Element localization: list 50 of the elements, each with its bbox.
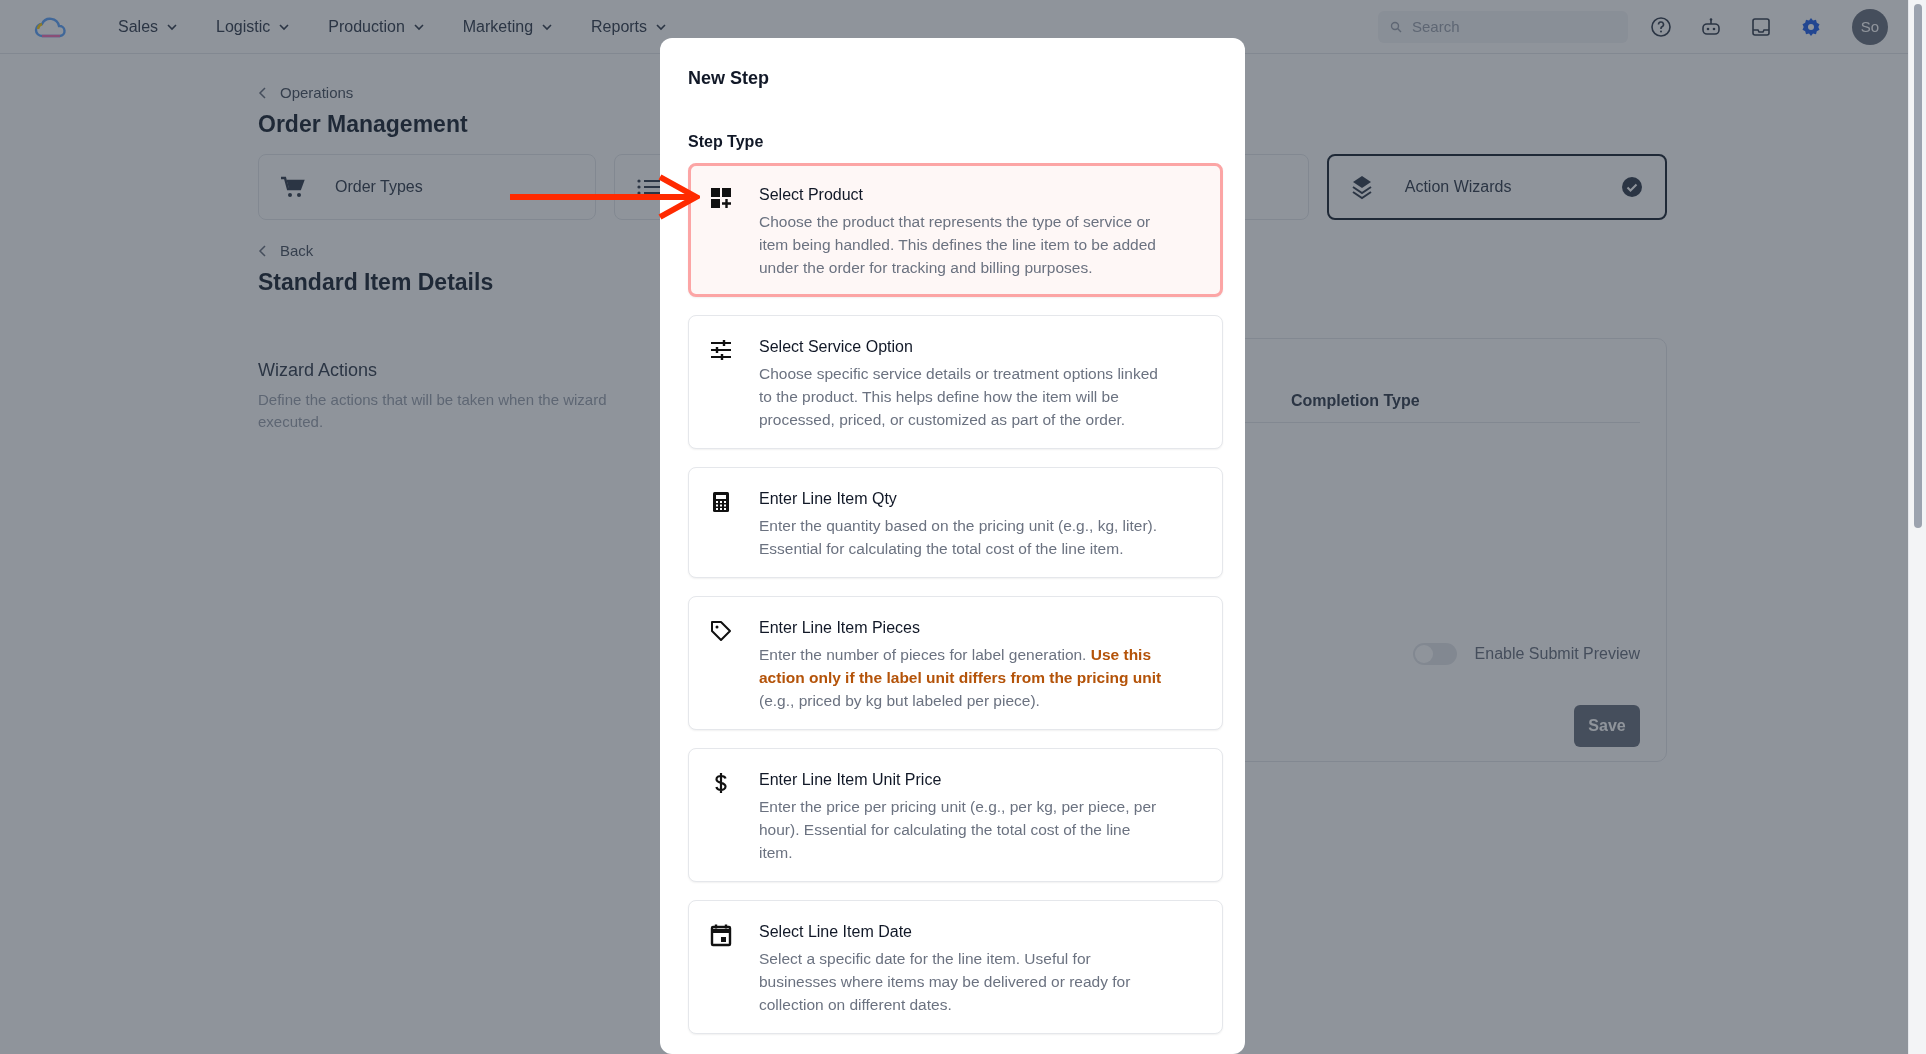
tag-icon bbox=[709, 619, 733, 643]
dialog-title: New Step bbox=[688, 68, 771, 89]
nav-menu[interactable]: Sales bbox=[118, 17, 179, 36]
section-heading: Wizard Actions bbox=[258, 360, 379, 381]
step-title: Select Service Option bbox=[759, 338, 914, 356]
back-link[interactable]: Operations bbox=[280, 84, 354, 101]
step-description: Choose the product that represents the type of service or item being handled. This defines the line item to be added under the order for tracking and billing purposes. bbox=[759, 212, 1157, 278]
step-description: Select a specific date for the line item. Useful for businesses where items may be delivered or ready for collection on different dates. bbox=[759, 949, 1132, 1015]
section-title: Standard Item Details bbox=[258, 269, 494, 296]
step-title: Enter Line Item Qty bbox=[759, 490, 898, 508]
chevron-left-icon bbox=[258, 244, 268, 257]
sliders-icon bbox=[709, 338, 733, 362]
nav-menu[interactable]: Logistic bbox=[216, 17, 291, 36]
step-option[interactable]: Select Service Option Choose specific service details or treatment options linked to the product. This helps define how the item will be processed, priced, or customized as part of the order. bbox=[688, 315, 1223, 449]
robot-icon[interactable] bbox=[1700, 15, 1722, 38]
user-avatar[interactable]: So bbox=[1852, 8, 1888, 45]
cart-icon bbox=[279, 174, 305, 200]
field-label: Step Type bbox=[688, 133, 765, 151]
chevron-left-icon bbox=[258, 86, 268, 99]
grid-plus-icon bbox=[709, 186, 733, 210]
calendar-icon bbox=[709, 923, 733, 947]
step-option[interactable]: Enter Line Item Qty Enter the quantity based on the pricing unit (e.g., kg, liter). Essential for calculating the total cost of the line item. bbox=[688, 467, 1223, 578]
step-description: Enter the number of pieces for label generation. Use this action only if the label unit differs from the pricing unit (e.g., priced by kg but labeled per piece). bbox=[759, 645, 1163, 711]
step-title: Select Product bbox=[759, 186, 865, 204]
save-button[interactable]: Save bbox=[1574, 705, 1640, 747]
step-option[interactable]: Select Line Item Date Select a specific date for the line item. Useful for businesses where items may be delivered or ready for collection on different dates. bbox=[688, 900, 1223, 1034]
column-header: Completion Type bbox=[1291, 392, 1420, 410]
step-description: Enter the quantity based on the pricing unit (e.g., kg, liter). Essential for calculating the total cost of the line item. bbox=[759, 516, 1159, 559]
step-title: Enter Line Item Unit Price bbox=[759, 771, 943, 789]
step-option[interactable]: Enter Line Item Unit Price Enter the price per pricing unit (e.g., per kg, per piece, per hour). Essential for calculating the total cost of the line item. bbox=[688, 748, 1223, 882]
step-description: Choose specific service details or treatment options linked to the product. This helps define how the item will be processed, priced, or customized as part of the order. bbox=[759, 364, 1159, 430]
step-option[interactable]: Enter Line Item Pieces Enter the number of pieces for label generation. Use this action only if the label unit differs from the pricing unit (e.g., priced by kg but labeled per piece). bbox=[688, 596, 1223, 730]
scrollbar-thumb[interactable] bbox=[1914, 4, 1922, 528]
check-circle-icon bbox=[1621, 176, 1643, 198]
cloud-logo-icon[interactable] bbox=[34, 15, 68, 38]
scrollbar[interactable] bbox=[1908, 0, 1926, 1054]
nav-menu[interactable]: Marketing bbox=[462, 17, 554, 36]
step-description: Enter the price per pricing unit (e.g., per kg, per piece, per hour). Essential for calculating the total cost of the line item. bbox=[759, 797, 1158, 863]
nav-menu[interactable]: Reports bbox=[591, 17, 668, 36]
nav-menu[interactable]: Production bbox=[328, 17, 425, 36]
step-title: Enter Line Item Pieces bbox=[759, 619, 921, 637]
toggle-label: Enable Submit Preview bbox=[1474, 645, 1640, 663]
page-title: Order Management bbox=[258, 111, 468, 138]
back-link[interactable]: Back bbox=[280, 242, 314, 259]
nav-tile[interactable]: Action Wizards bbox=[1326, 154, 1667, 220]
nav-tile[interactable]: Order Types bbox=[258, 154, 597, 220]
step-title: Select Line Item Date bbox=[759, 923, 913, 941]
help-icon[interactable] bbox=[1650, 15, 1672, 38]
step-option[interactable]: Select Product Choose the product that represents the type of service or item being handled. This defines the line item to be added under the order for tracking and billing purposes. bbox=[688, 163, 1223, 297]
inbox-icon[interactable] bbox=[1750, 15, 1772, 38]
